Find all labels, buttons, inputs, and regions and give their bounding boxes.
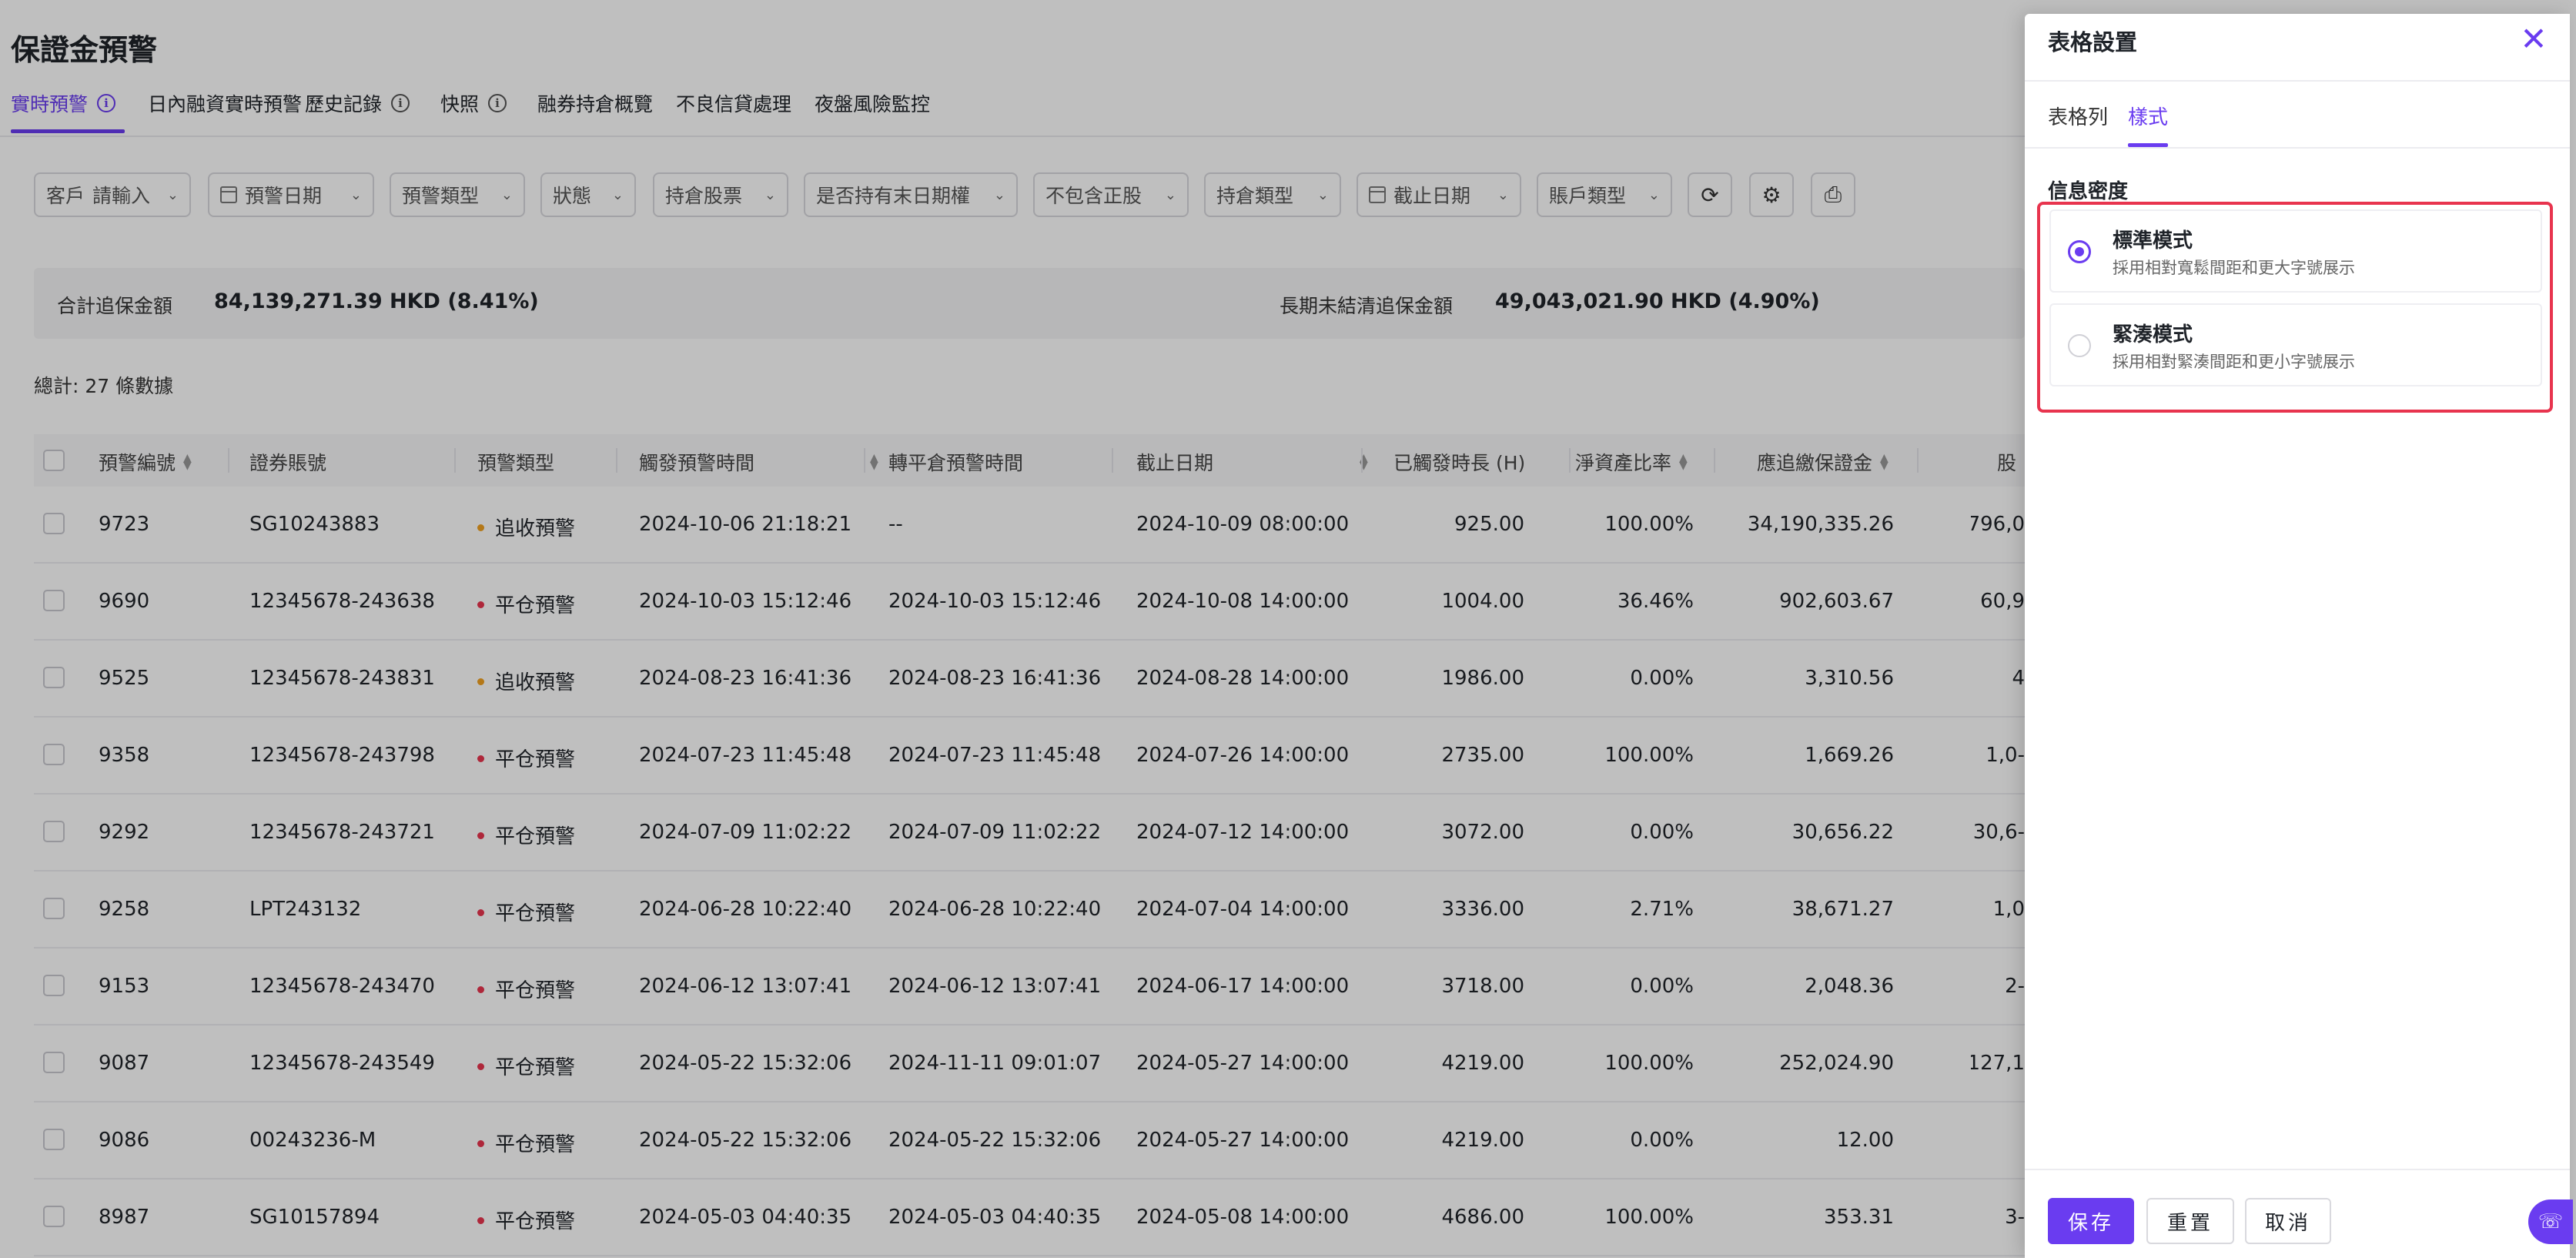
- radio-standard-mode[interactable]: [2068, 240, 2091, 263]
- option-title: 緊湊模式: [2113, 323, 2193, 346]
- compact-mode-option[interactable]: 緊湊模式 採用相對緊湊間距和更小字號展示: [2049, 303, 2542, 386]
- option-description: 採用相對寬鬆間距和更大字號展示: [2113, 259, 2355, 277]
- tab-style[interactable]: 樣式: [2128, 102, 2168, 130]
- radio-compact-mode[interactable]: [2068, 334, 2091, 357]
- standard-mode-option[interactable]: 標準模式 採用相對寬鬆間距和更大字號展示: [2049, 209, 2542, 293]
- cancel-button[interactable]: 取消: [2245, 1198, 2331, 1244]
- reset-button[interactable]: 重置: [2146, 1198, 2234, 1244]
- divider: [2025, 1169, 2570, 1170]
- save-button[interactable]: 保存: [2048, 1198, 2134, 1244]
- option-description: 採用相對緊湊間距和更小字號展示: [2113, 353, 2355, 371]
- headset-icon: ☏: [2538, 1210, 2564, 1233]
- close-icon[interactable]: ✕: [2514, 20, 2553, 59]
- tab-table-columns[interactable]: 表格列: [2048, 102, 2108, 130]
- table-settings-drawer: 表格設置 ✕ 表格列 樣式 信息密度 標準模式 採用相對寬鬆間距和更大字號展示 …: [2025, 14, 2570, 1258]
- margin-alert-page: 保證金預警 實時預警 i 日內融資實時預警 歷史記錄 i 快照 i 融券持倉概覽…: [0, 0, 2576, 1258]
- density-label: 信息密度: [2048, 180, 2129, 203]
- divider: [2025, 80, 2570, 82]
- option-title: 標準模式: [2113, 229, 2193, 253]
- drawer-title: 表格設置: [2048, 29, 2138, 55]
- help-support-button[interactable]: ☏: [2528, 1199, 2573, 1244]
- density-options: 標準模式 採用相對寬鬆間距和更大字號展示 緊湊模式 採用相對緊湊間距和更小字號展…: [2037, 202, 2553, 413]
- divider: [2025, 147, 2570, 149]
